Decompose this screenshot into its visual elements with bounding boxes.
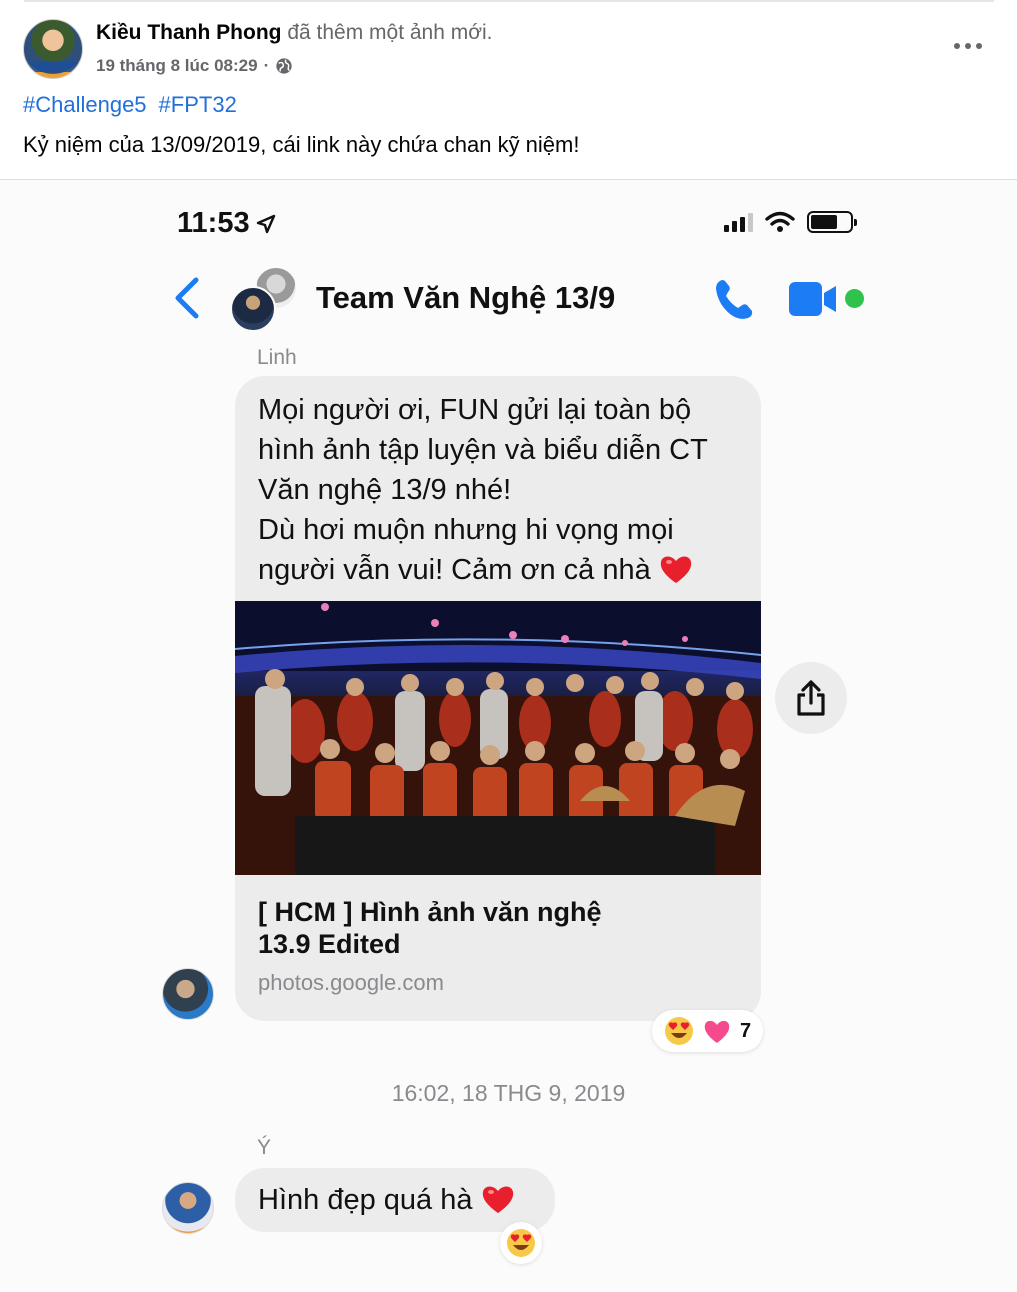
battery-icon xyxy=(807,211,857,233)
globe-icon[interactable] xyxy=(275,57,293,75)
post-meta: 19 tháng 8 lúc 08:29 · xyxy=(96,56,293,76)
reaction-count: 7 xyxy=(740,1019,752,1042)
chat-timestamp: 16:02, 18 THG 9, 2019 xyxy=(391,1080,626,1106)
link-title-line: 13.9 Edited xyxy=(258,929,401,959)
message-text: Mọi người ơi, FUN gửi lại toàn bộ hình ả… xyxy=(258,390,748,590)
post-date[interactable]: 19 tháng 8 lúc 08:29 xyxy=(96,56,258,76)
link-title-line: [ HCM ] Hình ảnh văn nghệ xyxy=(258,897,602,927)
sender-name: Ý xyxy=(257,1136,272,1159)
message-line: người vẫn vui! Cảm ơn cả nhà xyxy=(258,550,748,590)
hashtag-link[interactable]: #FPT32 xyxy=(159,92,237,118)
phone-call-icon[interactable] xyxy=(712,276,758,322)
message-line-text: Hình đẹp quá hà xyxy=(258,1184,473,1216)
share-icon xyxy=(797,680,825,716)
heart-eyes-icon xyxy=(665,1017,693,1045)
hashtag-list: #Challenge5 #FPT32 xyxy=(23,92,237,118)
back-chevron-icon[interactable] xyxy=(172,276,202,320)
status-bar-time: 11:53 xyxy=(177,207,276,240)
message-reactions[interactable] xyxy=(500,1222,542,1264)
location-arrow-icon xyxy=(256,214,275,233)
status-bar-indicators xyxy=(724,211,857,233)
message-line: Mọi người ơi, FUN gửi lại toàn bộ xyxy=(258,394,692,426)
post-author-line: Kiều Thanh Phong đã thêm một ảnh mới. xyxy=(96,21,493,45)
more-options-icon[interactable] xyxy=(952,36,984,56)
author-avatar[interactable] xyxy=(23,19,83,79)
message-line: Dù hơi muộn nhưng hi vọng mọi xyxy=(258,514,674,546)
pink-heart-icon xyxy=(704,1020,730,1043)
red-heart-icon xyxy=(482,1186,513,1213)
sender-name: Linh xyxy=(257,346,297,369)
link-title[interactable]: [ HCM ] Hình ảnh văn nghệ 13.9 Edited xyxy=(258,896,738,960)
top-divider xyxy=(24,0,994,2)
link-message-bubble[interactable]: Mọi người ơi, FUN gửi lại toàn bộ hình ả… xyxy=(235,376,761,1021)
link-domain: photos.google.com xyxy=(258,970,444,995)
message-line-text: người vẫn vui! Cảm ơn cả nhà xyxy=(258,554,651,586)
online-status-dot xyxy=(845,289,864,308)
conversation-title[interactable]: Team Văn Nghệ 13/9 xyxy=(316,280,615,316)
post-caption: Kỷ niệm của 13/09/2019, cái link này chứ… xyxy=(23,132,580,157)
red-heart-icon xyxy=(660,556,691,583)
group-avatar[interactable] xyxy=(230,266,302,332)
message-line: hình ảnh tập luyện và biểu diễn CT xyxy=(258,434,708,466)
link-preview-image[interactable] xyxy=(235,601,761,875)
video-call-icon[interactable] xyxy=(789,280,839,318)
meta-separator: · xyxy=(263,56,270,75)
sender-avatar[interactable] xyxy=(162,968,214,1020)
text-message-bubble[interactable]: Hình đẹp quá hà xyxy=(235,1168,555,1232)
author-name[interactable]: Kiều Thanh Phong xyxy=(96,21,281,44)
wifi-icon xyxy=(765,211,795,232)
member-avatar xyxy=(230,286,276,332)
cellular-signal-icon xyxy=(724,212,753,232)
clock-text: 11:53 xyxy=(177,207,250,239)
heart-eyes-icon xyxy=(507,1229,535,1257)
message-text: Hình đẹp quá hà xyxy=(258,1180,515,1220)
hashtag-link[interactable]: #Challenge5 xyxy=(23,92,147,118)
sender-avatar[interactable] xyxy=(162,1182,214,1234)
post-action-text: đã thêm một ảnh mới. xyxy=(287,21,493,44)
message-line: Văn nghệ 13/9 nhé! xyxy=(258,474,512,506)
share-button[interactable] xyxy=(775,662,847,734)
message-reactions[interactable]: 7 xyxy=(652,1010,764,1052)
